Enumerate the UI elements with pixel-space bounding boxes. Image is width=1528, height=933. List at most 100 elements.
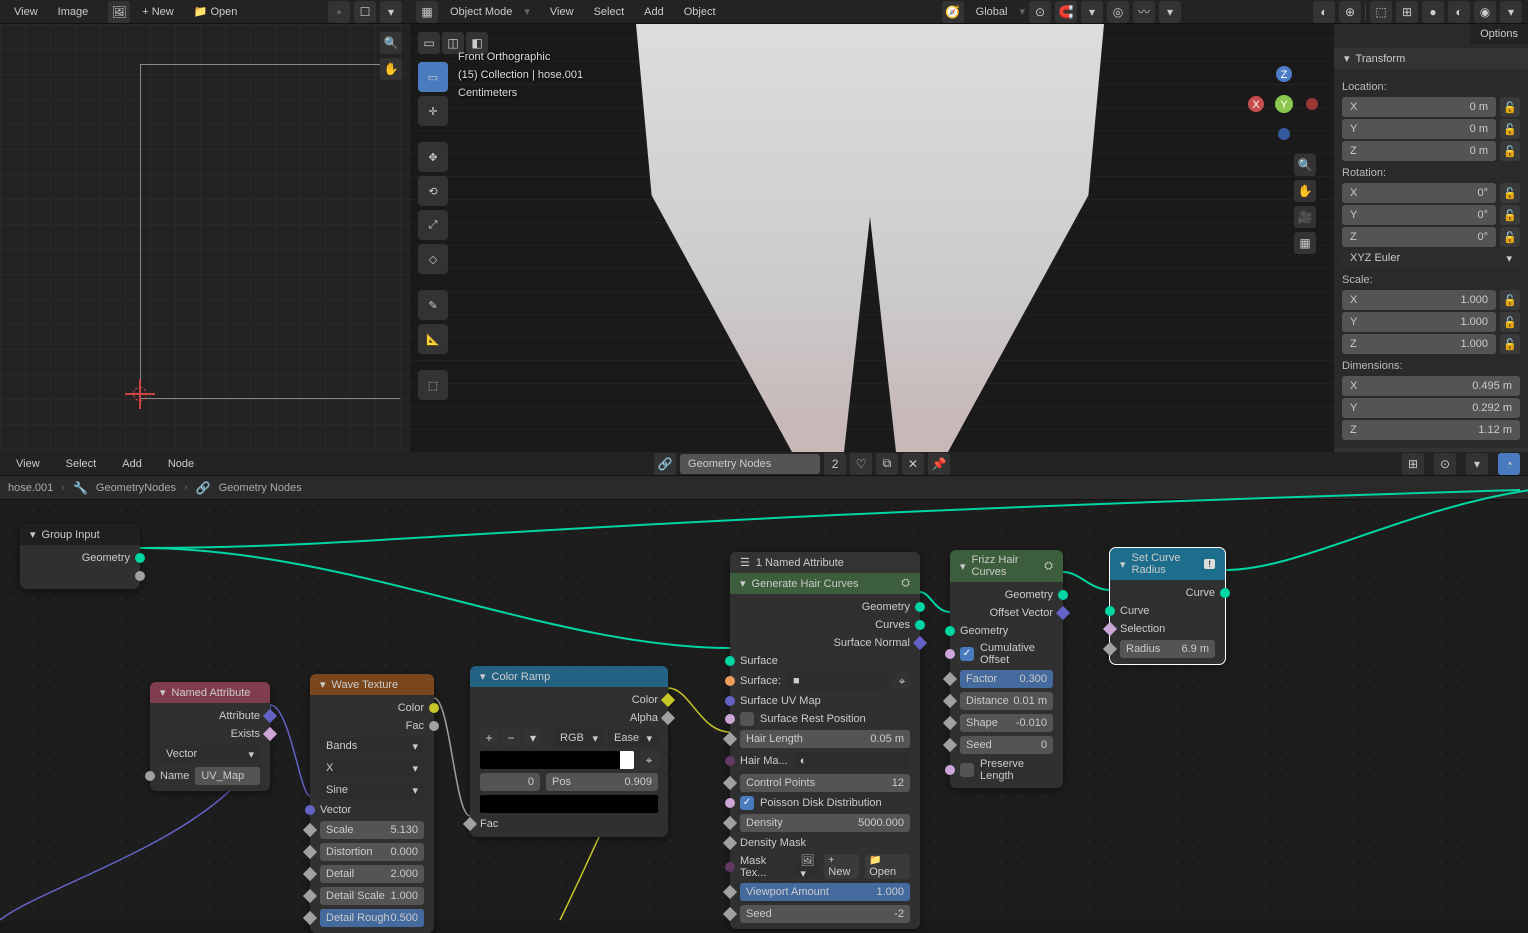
dim-y-field[interactable]: Y0.292 m xyxy=(1342,398,1520,418)
uv-pan-icon[interactable]: ✋ xyxy=(380,58,402,80)
ghc-poisson-check[interactable] xyxy=(740,796,754,810)
wave-dist-field[interactable]: Distortion0.000 xyxy=(320,843,424,861)
geometry-nodes-editor[interactable]: View Select Add Node 🔗 Geometry Nodes 2 … xyxy=(0,452,1528,921)
snap-icon[interactable]: 🧲 xyxy=(1055,1,1077,23)
nodetree-dup-icon[interactable]: ⧉ xyxy=(876,453,898,475)
ghc-hairlen-field[interactable]: Hair Length0.05 m xyxy=(740,730,910,748)
v3d-menu-select[interactable]: Select xyxy=(586,4,633,20)
scale-y-lock-icon[interactable]: 🔓 xyxy=(1500,312,1520,332)
node-wave-texture[interactable]: ▾ Wave Texture Color Fac Bands▾ X▾ Sine▾… xyxy=(310,674,434,933)
nodetree-pin-icon[interactable]: 📌 xyxy=(928,453,950,475)
ghc-cp-field[interactable]: Control Points12 xyxy=(740,774,910,792)
v3d-menu-view[interactable]: View xyxy=(542,4,582,20)
ghc-open-button[interactable]: 📁 Open xyxy=(865,854,910,879)
frizz-seed-field[interactable]: Seed0 xyxy=(960,736,1053,754)
wave-drg-field[interactable]: Detail Rough0.500 xyxy=(320,909,424,927)
prop-edit-icon[interactable]: ◎ xyxy=(1107,1,1129,23)
shading-popover-icon[interactable]: ▾ xyxy=(1500,1,1522,23)
node-frizz-hair-curves[interactable]: ▾ Frizz Hair Curves⛭ Geometry Offset Vec… xyxy=(950,550,1063,788)
radius-field[interactable]: Radius6.9 m xyxy=(1120,640,1215,658)
nav-gizmo[interactable]: Z X Y xyxy=(1244,64,1324,144)
loc-z-lock-icon[interactable]: 🔓 xyxy=(1500,141,1520,161)
uv-toggle-b-icon[interactable]: ▾ xyxy=(380,1,402,23)
shading-solid-icon[interactable]: ● xyxy=(1422,1,1444,23)
uv-menu-view[interactable]: View xyxy=(6,4,46,20)
nodetree-unlink-icon[interactable]: ✕ xyxy=(902,453,924,475)
ramp-add-icon[interactable]: + xyxy=(480,729,498,747)
node-set-curve-radius[interactable]: ▾ Set Curve Radius! Curve Curve Selectio… xyxy=(1110,548,1225,664)
mode-dropdown-icon[interactable]: ▦ xyxy=(416,1,438,23)
node-canvas[interactable]: ▾ Group Input Geometry ▾ Named Attribute… xyxy=(0,500,1528,921)
wave-dsc-field[interactable]: Detail Scale1.000 xyxy=(320,887,424,905)
named-attr-name-field[interactable]: UV_Map xyxy=(195,767,260,785)
node-named-attribute[interactable]: ▾ Named Attribute Attribute Exists Vecto… xyxy=(150,682,270,791)
frizz-factor-field[interactable]: Factor0.300 xyxy=(960,670,1053,688)
ghc-new-button[interactable]: + New xyxy=(824,854,859,879)
loc-y-field[interactable]: Y0 m xyxy=(1342,119,1496,139)
node-color-ramp[interactable]: ▾ Color Ramp Color Alpha +−▾ RGB▾Ease▾ ⌖… xyxy=(470,666,668,837)
ghc-eyedrop-icon[interactable]: ⌖ xyxy=(894,673,910,689)
v3d-menu-object[interactable]: Object xyxy=(676,4,724,20)
ghc-surface-obj-dropdown[interactable]: ■ xyxy=(787,672,888,690)
scale-x-field[interactable]: X1.000 xyxy=(1342,290,1496,310)
rot-z-field[interactable]: Z0° xyxy=(1342,227,1496,247)
uv-editor[interactable]: 🔍 ✋ xyxy=(0,24,410,452)
loc-y-lock-icon[interactable]: 🔓 xyxy=(1500,119,1520,139)
ramp-mode-dropdown[interactable]: RGB▾ xyxy=(554,729,604,747)
ramp-index-field[interactable]: 0 xyxy=(480,773,540,791)
node-ovr-c-icon[interactable]: ▾ xyxy=(1466,453,1488,475)
breadcrumb-tree[interactable]: Geometry Nodes xyxy=(219,482,302,494)
pivot-icon[interactable]: ⊙ xyxy=(1029,1,1051,23)
named-attr-type-dropdown[interactable]: Vector▾ xyxy=(160,745,260,763)
node-group-input[interactable]: ▾ Group Input Geometry xyxy=(20,524,140,589)
rotation-mode-dropdown[interactable]: XYZ Euler▾ xyxy=(1342,249,1520,268)
ramp-swatch[interactable] xyxy=(480,795,658,813)
mode-dropdown[interactable]: Object Mode xyxy=(442,4,520,20)
breadcrumb-object[interactable]: hose.001 xyxy=(8,482,53,494)
tool-measure[interactable]: 📐 xyxy=(418,324,448,354)
wave-bands-dropdown[interactable]: Bands▾ xyxy=(320,737,424,755)
loc-x-field[interactable]: X0 m xyxy=(1342,97,1496,117)
dim-z-field[interactable]: Z1.12 m xyxy=(1342,420,1520,440)
uv-new[interactable]: + New xyxy=(134,4,182,20)
ghc-seed-field[interactable]: Seed-2 xyxy=(740,905,910,923)
breadcrumb-modifier[interactable]: GeometryNodes xyxy=(96,482,176,494)
frizz-shape-field[interactable]: Shape-0.010 xyxy=(960,714,1053,732)
dim-x-field[interactable]: X0.495 m xyxy=(1342,376,1520,396)
wave-scale-field[interactable]: Scale5.130 xyxy=(320,821,424,839)
v3d-menu-add[interactable]: Add xyxy=(636,4,672,20)
wave-dir-dropdown[interactable]: X▾ xyxy=(320,759,424,777)
node-menu-add[interactable]: Add xyxy=(114,456,150,472)
select-box-icon[interactable]: ▭ xyxy=(418,32,440,54)
nav-camera-icon[interactable]: 🎥 xyxy=(1294,206,1316,228)
uv-zoom-icon[interactable]: 🔍 xyxy=(380,32,402,54)
ramp-remove-icon[interactable]: − xyxy=(502,729,520,747)
loc-z-field[interactable]: Z0 m xyxy=(1342,141,1496,161)
ghc-dens-field[interactable]: Density5000.000 xyxy=(740,814,910,832)
nodetree-fake-icon[interactable]: ♡ xyxy=(850,453,872,475)
xray-icon[interactable]: ⬚ xyxy=(1370,1,1392,23)
shading-render-icon[interactable]: ◉ xyxy=(1474,1,1496,23)
orientation-icon[interactable]: 🧭 xyxy=(942,1,964,23)
overlap-b-icon[interactable]: ▾ xyxy=(1159,1,1181,23)
scale-z-lock-icon[interactable]: 🔓 xyxy=(1500,334,1520,354)
shading-matprev-icon[interactable]: ◐ xyxy=(1448,1,1470,23)
nav-persp-icon[interactable]: ▦ xyxy=(1294,232,1316,254)
frizz-dist-field[interactable]: Distance0.01 m xyxy=(960,692,1053,710)
uv-pivot-icon[interactable]: ◦ xyxy=(328,1,350,23)
transform-panel-header[interactable]: ▾ Transform xyxy=(1334,48,1528,69)
node-menu-view[interactable]: View xyxy=(8,456,48,472)
shading-wire-icon[interactable]: ⊞ xyxy=(1396,1,1418,23)
overlay-toggle-icon[interactable]: ⊕ xyxy=(1339,1,1361,23)
node-ovr-b-icon[interactable]: ⊙ xyxy=(1434,453,1456,475)
wave-profile-dropdown[interactable]: Sine▾ xyxy=(320,781,424,799)
ramp-menu-icon[interactable]: ▾ xyxy=(524,729,542,747)
scale-z-field[interactable]: Z1.000 xyxy=(1342,334,1496,354)
node-menu-select[interactable]: Select xyxy=(58,456,105,472)
uv-menu-image[interactable]: Image xyxy=(50,4,97,20)
nodetree-icon[interactable]: 🔗 xyxy=(654,453,676,475)
scale-y-field[interactable]: Y1.000 xyxy=(1342,312,1496,332)
rot-z-lock-icon[interactable]: 🔓 xyxy=(1500,227,1520,247)
uv-toggle-a-icon[interactable]: ☐ xyxy=(354,1,376,23)
tool-add-primitive[interactable]: ⬚ xyxy=(418,370,448,400)
